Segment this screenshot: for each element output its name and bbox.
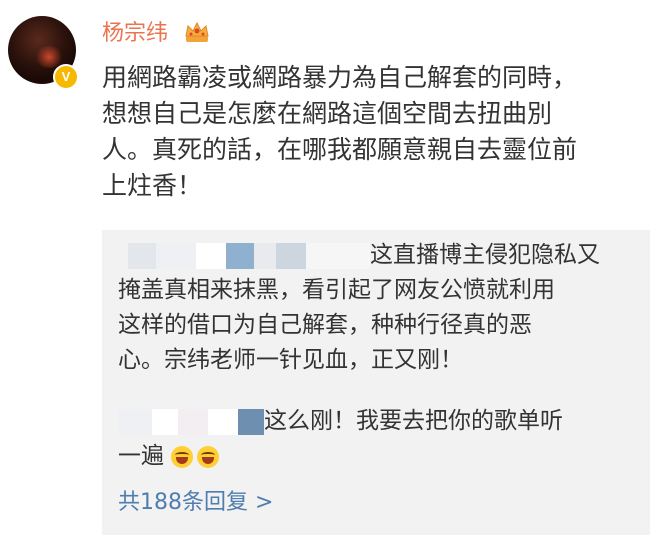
reply-line: 掩盖真相来抹黑，看引起了网友公愤就利用 bbox=[118, 277, 555, 303]
post-text: 用網路霸凌或網路暴力為自己解套的同時， 想想自己是怎麼在網路這個空間去扭曲別 人… bbox=[102, 60, 642, 204]
post-text-line: 上炷香！ bbox=[102, 171, 203, 200]
crown-icon bbox=[185, 21, 209, 42]
username[interactable]: 杨宗纬 bbox=[102, 20, 168, 48]
reply-line: 心。宗纬老师一针见血，正又刚！ bbox=[118, 347, 463, 373]
reply-line: 一遍 bbox=[118, 439, 638, 474]
post-text-line: 用網路霸凌或網路暴力為自己解套的同時， bbox=[102, 63, 578, 92]
blurred-username bbox=[118, 408, 152, 435]
reply-line: 这么刚！我要去把你的歌单听 bbox=[118, 404, 638, 439]
reply-item[interactable]: 这直播博主侵犯隐私又 掩盖真相来抹黑，看引起了网友公愤就利用 这样的借口为自己解… bbox=[118, 238, 638, 378]
reply-text-segment: 一遍 bbox=[118, 443, 164, 469]
blurred-username bbox=[306, 242, 370, 269]
blurred-username bbox=[208, 408, 238, 435]
post-text-line: 想想自己是怎麼在網路這個空間去扭曲別 bbox=[102, 99, 553, 128]
reply-text-segment: 这么刚！我要去把你的歌单听 bbox=[264, 408, 563, 434]
verified-badge-icon: V bbox=[53, 64, 79, 90]
blurred-username bbox=[238, 408, 264, 435]
reply-line: 这直播博主侵犯隐私又 bbox=[118, 238, 638, 273]
reply-line: 这样的借口为自己解套，种种行径真的恶 bbox=[118, 312, 532, 338]
laugh-cry-emoji-icon bbox=[197, 445, 220, 468]
laugh-cry-emoji-icon bbox=[171, 445, 194, 468]
blurred-username bbox=[276, 242, 306, 269]
blurred-username bbox=[226, 242, 254, 269]
blurred-username bbox=[178, 408, 208, 435]
blurred-username bbox=[152, 408, 178, 435]
reply-text-segment: 这直播博主侵犯隐私又 bbox=[370, 242, 600, 268]
blurred-username bbox=[254, 242, 276, 269]
reply-item[interactable]: 这么刚！我要去把你的歌单听 一遍 bbox=[118, 404, 638, 474]
blurred-username bbox=[128, 242, 156, 269]
blurred-username bbox=[156, 242, 196, 269]
view-all-replies-link[interactable]: 共188条回复 > bbox=[118, 488, 273, 518]
blurred-username bbox=[196, 242, 226, 269]
replies-panel: 这直播博主侵犯隐私又 掩盖真相来抹黑，看引起了网友公愤就利用 这样的借口为自己解… bbox=[102, 230, 650, 535]
post-text-line: 人。真死的話，在哪我都願意親自去靈位前 bbox=[102, 135, 578, 164]
